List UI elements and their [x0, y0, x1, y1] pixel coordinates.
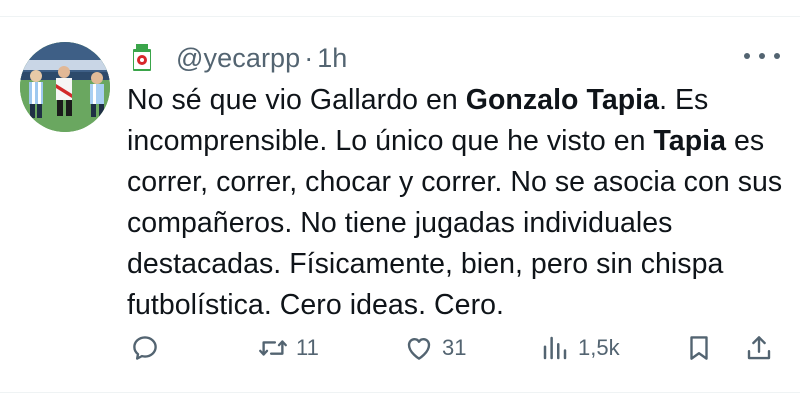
verified-box-icon	[133, 44, 151, 71]
tweet-header: @yecarpp · 1h	[130, 40, 347, 76]
timestamp[interactable]: 1h	[317, 43, 347, 74]
share-button[interactable]	[744, 328, 774, 368]
action-bar: 11 31 1,5k	[0, 328, 800, 368]
tweet-text-bold: Gonzalo Tapia	[465, 84, 660, 116]
more-dot	[744, 53, 750, 59]
like-button[interactable]: 31	[404, 328, 466, 368]
separator-dot: ·	[304, 42, 314, 73]
top-divider	[0, 16, 800, 17]
user-handle[interactable]: @yecarpp	[176, 43, 300, 74]
bookmark-icon	[690, 336, 708, 360]
reply-button[interactable]	[130, 328, 168, 368]
bookmark-button[interactable]	[684, 328, 714, 368]
avatar[interactable]	[20, 42, 110, 132]
views-count: 1,5k	[578, 335, 620, 360]
bottom-divider	[0, 392, 800, 393]
tweet-text-bold: Tapia	[653, 125, 727, 157]
more-dot	[759, 53, 765, 59]
share-icon	[747, 336, 771, 360]
tweet-text: No sé que vio Gallardo en Gonzalo Tapia.…	[127, 80, 787, 326]
tweet-text-part: No sé que vio Gallardo en	[127, 84, 466, 116]
views-button[interactable]: 1,5k	[540, 328, 620, 368]
avatar-image	[20, 42, 110, 132]
reply-icon	[133, 336, 157, 360]
more-dot	[774, 53, 780, 59]
retweet-icon	[259, 340, 287, 356]
like-count: 31	[442, 335, 467, 360]
more-icon[interactable]	[744, 42, 780, 70]
views-icon	[543, 336, 567, 360]
retweet-button[interactable]: 11	[258, 328, 319, 368]
like-icon	[407, 337, 431, 360]
retweet-count: 11	[296, 335, 319, 360]
